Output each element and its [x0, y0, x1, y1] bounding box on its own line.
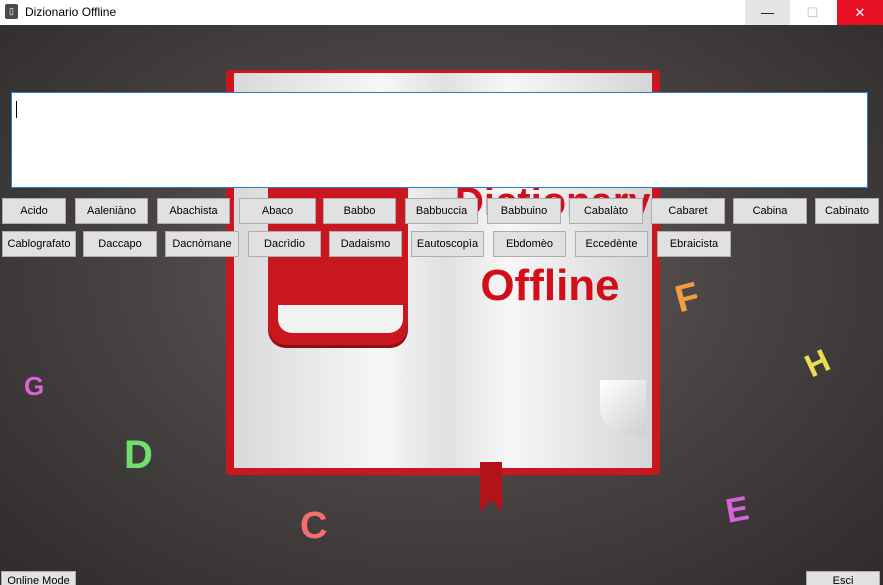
word-button-dacridio[interactable]: Dacrìdio: [248, 231, 321, 257]
word-button-ebdomeo[interactable]: Ebdomèo: [493, 231, 566, 257]
letter-e: E: [722, 489, 752, 531]
word-button-ebraicista[interactable]: Ebraicista: [657, 231, 731, 257]
word-button-babbo[interactable]: Babbo: [323, 198, 396, 224]
online-mode-button[interactable]: Online Mode: [1, 571, 76, 585]
exit-button[interactable]: Esci: [806, 571, 880, 585]
word-button-babbuino[interactable]: Babbuino: [487, 198, 561, 224]
letter-d: D: [124, 433, 153, 477]
letter-f: F: [670, 274, 705, 322]
text-caret: [16, 101, 17, 118]
minimize-button[interactable]: —: [745, 0, 790, 25]
letter-c: C: [300, 505, 328, 547]
search-input[interactable]: [11, 92, 868, 188]
letter-g: G: [24, 371, 45, 401]
word-button-dadaismo[interactable]: Dadaismo: [329, 231, 402, 257]
word-button-dacnomane[interactable]: Dacnòmane: [165, 231, 239, 257]
word-button-daccapo[interactable]: Daccapo: [83, 231, 157, 257]
close-button[interactable]: ✕: [837, 0, 883, 25]
letter-h: H: [799, 341, 836, 385]
word-button-eccedente[interactable]: Eccedènte: [575, 231, 648, 257]
word-button-cabinato[interactable]: Cabinato: [815, 198, 879, 224]
word-button-abachista[interactable]: Abachista: [157, 198, 230, 224]
word-button-cabaret[interactable]: Cabaret: [651, 198, 725, 224]
word-button-cabina[interactable]: Cabina: [733, 198, 807, 224]
maximize-button[interactable]: ☐: [790, 0, 835, 25]
word-button-eautoscopia[interactable]: Eautoscopìa: [411, 231, 484, 257]
word-button-cabalato[interactable]: Cabalàto: [569, 198, 643, 224]
word-button-babbuccia[interactable]: Babbuccia: [405, 198, 478, 224]
word-button-cablografato[interactable]: Cablografato: [2, 231, 76, 257]
book-title-line2: Offline: [480, 261, 620, 310]
app-icon: ▯: [5, 4, 18, 19]
word-button-abaco[interactable]: Abaco: [239, 198, 316, 224]
window-title: Dizionario Offline: [25, 5, 117, 19]
main-area: Dictionary Offline G D C F H E Acido Aal…: [0, 25, 883, 585]
word-button-aaleniano[interactable]: Aaleniàno: [75, 198, 148, 224]
bookmark-ribbon: [480, 462, 502, 512]
word-button-acido[interactable]: Acido: [2, 198, 66, 224]
title-bar: ▯ Dizionario Offline — ☐ ✕: [0, 0, 883, 25]
